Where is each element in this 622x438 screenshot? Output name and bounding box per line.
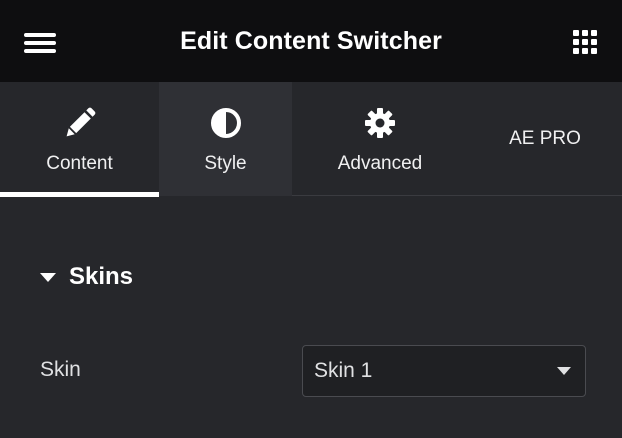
chevron-down-icon xyxy=(557,367,571,375)
grid-apps-icon[interactable] xyxy=(572,29,598,55)
skin-select[interactable]: Skin 1 xyxy=(302,345,586,397)
tab-content[interactable]: Content xyxy=(0,82,159,197)
contrast-half-circle-icon xyxy=(210,108,241,138)
skin-select-value: Skin 1 xyxy=(314,359,373,382)
tab-content-label: Content xyxy=(46,153,113,174)
panel-tabs: Content Style Advanced AE PRO xyxy=(0,82,622,197)
section-skins-toggle[interactable]: Skins xyxy=(40,262,133,292)
tab-advanced-label: Advanced xyxy=(337,153,423,174)
editor-header: Edit Content Switcher xyxy=(0,0,622,82)
skin-control-label: Skin xyxy=(40,358,81,381)
tab-style-label: Style xyxy=(204,153,247,174)
tab-ae-pro[interactable]: AE PRO xyxy=(468,82,622,196)
section-title: Skins xyxy=(69,263,134,290)
panel-title: Edit Content Switcher xyxy=(180,26,442,55)
tab-style[interactable]: Style xyxy=(159,82,292,196)
gear-icon xyxy=(365,108,395,138)
hamburger-menu-icon[interactable] xyxy=(24,30,56,54)
caret-down-icon xyxy=(40,272,56,282)
tab-advanced[interactable]: Advanced xyxy=(292,82,468,196)
pencil-icon xyxy=(66,107,95,137)
tab-ae-pro-label: AE PRO xyxy=(509,128,581,149)
